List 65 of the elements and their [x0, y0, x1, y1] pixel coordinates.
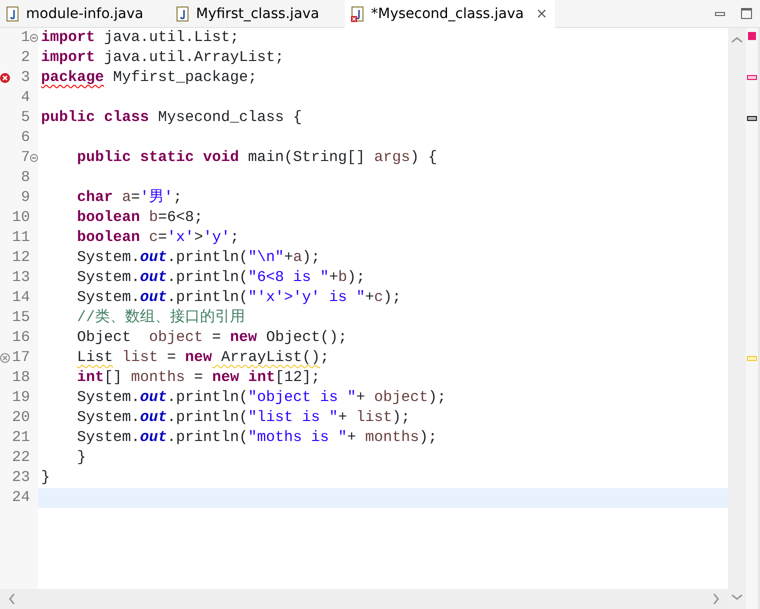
warning-icon[interactable]	[0, 353, 10, 363]
code-line: Object object = new Object();	[77, 329, 348, 346]
error-icon[interactable]	[0, 73, 10, 83]
line-number: 5	[20, 108, 30, 128]
code-line: System.out.println("'x'>'y' is "+c);	[77, 289, 402, 306]
line-number: 13	[10, 268, 30, 288]
code-line: int[] months = new int[12];	[77, 369, 320, 386]
maximize-icon[interactable]	[741, 8, 752, 19]
line-number: 22	[10, 448, 30, 468]
code-line: System.out.println("\n"+a);	[77, 249, 320, 266]
line-number: 3	[20, 68, 30, 88]
line-number: 7	[20, 148, 30, 168]
java-file-icon	[176, 6, 190, 22]
code-line: boolean b=6<8;	[77, 209, 204, 226]
editor-tab[interactable]: module-info.java	[0, 0, 170, 28]
line-number: 16	[10, 328, 30, 348]
java-file-icon	[351, 6, 365, 22]
line-number: 12	[10, 248, 30, 268]
line-number: 15	[10, 308, 30, 328]
line-number: 2	[20, 48, 30, 68]
line-number: 21	[10, 428, 30, 448]
code-line: boolean c='x'>'y';	[77, 229, 240, 246]
code-line: import java.util.ArrayList;	[41, 49, 284, 66]
scroll-down-icon[interactable]	[731, 593, 743, 601]
scroll-left-icon[interactable]	[8, 593, 16, 605]
line-number: 6	[20, 128, 30, 148]
line-number: 19	[10, 388, 30, 408]
vertical-scrollbar[interactable]	[728, 28, 746, 609]
line-number: 1	[20, 28, 30, 48]
collapse-icon[interactable]	[30, 154, 38, 162]
minimize-icon[interactable]	[715, 12, 725, 16]
code-line: //类、数组、接口的引用	[77, 309, 246, 326]
code-line: }	[41, 469, 50, 486]
line-number: 14	[10, 288, 30, 308]
code-line: System.out.println("list is "+ list);	[77, 409, 410, 426]
code-line: List list = new ArrayList();	[77, 349, 330, 366]
code-line: package Myfirst_package;	[41, 69, 258, 86]
error-mark-icon[interactable]	[747, 75, 757, 80]
editor-tab[interactable]: Myfirst_class.java	[170, 0, 345, 28]
horizontal-scrollbar[interactable]	[0, 589, 728, 609]
line-number: 11	[10, 228, 30, 248]
code-line: public static void main(String[] args) {	[77, 149, 438, 166]
line-number: 8	[20, 168, 30, 188]
collapse-icon[interactable]	[30, 34, 38, 42]
line-number: 24	[10, 488, 30, 508]
mark-icon[interactable]	[747, 116, 757, 121]
code-line: System.out.println("object is "+ object);	[77, 389, 446, 406]
line-number: 18	[10, 368, 30, 388]
scroll-right-icon[interactable]	[712, 593, 720, 605]
line-number: 23	[10, 468, 30, 488]
line-number: 17	[10, 348, 30, 368]
code-line: public class Mysecond_class {	[41, 109, 302, 126]
editor-tab[interactable]: *Mysecond_class.java ×	[345, 0, 555, 28]
line-number: 10	[10, 208, 30, 228]
code-line: char a='男';	[77, 189, 182, 206]
close-tab-button[interactable]: ×	[536, 7, 548, 21]
scroll-up-icon[interactable]	[731, 36, 743, 44]
code-line: import java.util.List;	[41, 29, 240, 46]
line-number: 20	[10, 408, 30, 428]
code-line: System.out.println("moths is "+ months);	[77, 429, 438, 446]
line-number: 9	[20, 188, 30, 208]
code-line: System.out.println("6<8 is "+b);	[77, 269, 366, 286]
line-number: 4	[20, 88, 30, 108]
code-line: }	[77, 449, 86, 466]
java-file-icon	[6, 6, 20, 22]
